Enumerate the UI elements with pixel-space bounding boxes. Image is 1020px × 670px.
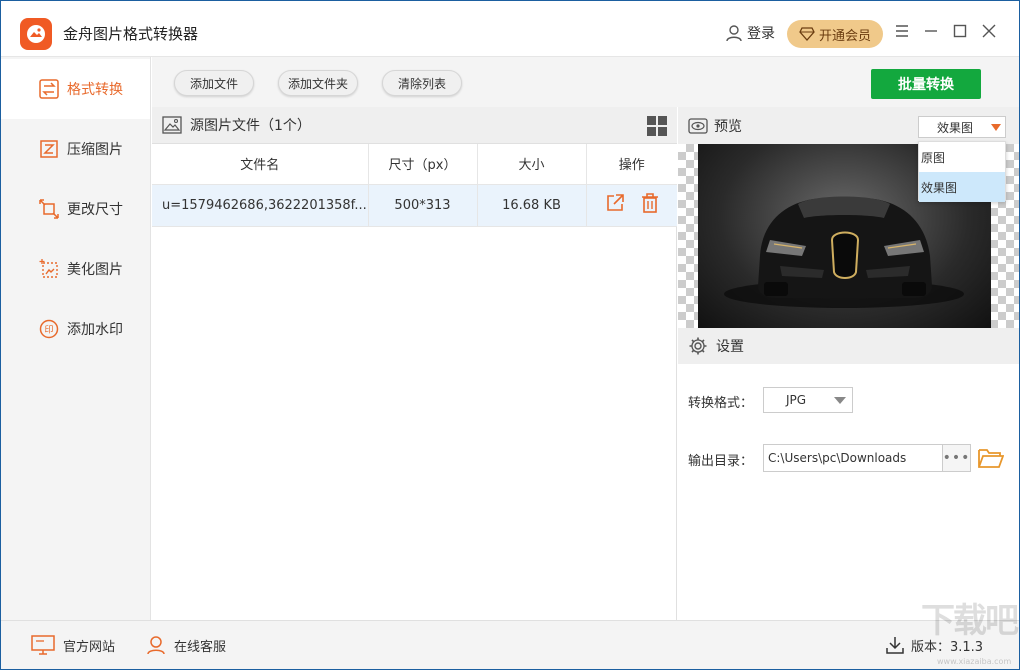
- clear-list-button[interactable]: 清除列表: [382, 70, 462, 96]
- format-label: 转换格式：: [688, 392, 753, 411]
- batch-convert-button[interactable]: 批量转换: [871, 69, 981, 99]
- sidebar-item-format-convert[interactable]: 格式转换: [1, 59, 150, 119]
- file-dims-cell: 500*313: [368, 184, 477, 226]
- app-logo-icon: [20, 18, 52, 50]
- sidebar-item-label: 美化图片: [67, 259, 123, 279]
- col-actions: 操作: [586, 144, 677, 184]
- sidebar-item-watermark[interactable]: 印 添加水印: [1, 299, 150, 359]
- browse-dots-button[interactable]: •••: [943, 444, 971, 472]
- close-icon[interactable]: [981, 23, 997, 39]
- chevron-down-icon: [834, 397, 846, 404]
- preview-mode-dropdown: 原图 效果图: [918, 141, 1006, 201]
- preview-title: 预览: [714, 116, 742, 136]
- resize-icon: [39, 199, 59, 219]
- sidebar-item-compress[interactable]: 压缩图片: [1, 119, 150, 179]
- col-filename: 文件名: [152, 144, 368, 184]
- table-row[interactable]: u=1579462686,3622201358f... 500*313 16.6…: [152, 184, 677, 226]
- output-path-field[interactable]: C:\Users\pc\Downloads: [763, 444, 943, 472]
- support-agent-icon: [146, 635, 166, 655]
- file-panel-header: 源图片文件（1个）: [152, 107, 677, 144]
- sidebar-item-label: 压缩图片: [67, 139, 123, 159]
- folder-open-icon[interactable]: [978, 446, 1004, 470]
- sidebar: 格式转换 压缩图片 更改尺寸 美化图片 印 添加水印: [1, 57, 151, 620]
- file-panel: 源图片文件（1个） 文件名 尺寸（px） 大小 操作 u=1579462686,…: [152, 107, 677, 620]
- file-panel-title: 源图片文件（1个）: [190, 115, 311, 135]
- open-external-icon[interactable]: [605, 193, 625, 217]
- preview-panel: 预览 效果图 原图 效果图: [678, 107, 1019, 620]
- preview-header: 预览 效果图: [678, 107, 1019, 144]
- diamond-icon: [799, 27, 815, 41]
- sidebar-item-label: 添加水印: [67, 319, 123, 339]
- gear-icon: [688, 336, 708, 356]
- minimize-icon[interactable]: [923, 23, 939, 39]
- settings-header: 设置: [678, 328, 1019, 364]
- monitor-icon: [31, 635, 55, 655]
- preview-mode-select[interactable]: 效果图: [918, 116, 1006, 138]
- vip-label: 开通会员: [819, 25, 871, 44]
- compress-icon: [39, 139, 59, 159]
- user-icon: [725, 24, 743, 42]
- website-label: 官方网站: [63, 636, 115, 655]
- add-file-button[interactable]: 添加文件: [174, 70, 254, 96]
- preview-mode-value: 效果图: [937, 119, 973, 136]
- title-bar: 金舟图片格式转换器 登录 开通会员: [1, 1, 1019, 57]
- support-label: 在线客服: [174, 636, 226, 655]
- sidebar-item-beautify[interactable]: 美化图片: [1, 239, 150, 299]
- dropdown-option-original[interactable]: 原图: [919, 142, 1005, 172]
- file-actions-cell: [586, 184, 677, 226]
- dropdown-option-effect[interactable]: 效果图: [919, 172, 1005, 202]
- output-label: 输出目录：: [688, 450, 753, 469]
- eye-icon: [688, 118, 708, 134]
- online-support-link[interactable]: 在线客服: [146, 635, 226, 655]
- maximize-icon[interactable]: [952, 23, 968, 39]
- dropdown-arrow-icon: [991, 124, 1001, 131]
- sidebar-item-label: 更改尺寸: [67, 199, 123, 219]
- beautify-icon: [39, 259, 59, 279]
- image-icon: [162, 116, 182, 134]
- menu-icon[interactable]: [894, 23, 910, 39]
- col-dimensions: 尺寸（px）: [368, 144, 477, 184]
- svg-text:印: 印: [44, 324, 53, 336]
- footer: 官方网站 在线客服 版本：3.1.3: [1, 620, 1019, 669]
- file-table: 文件名 尺寸（px） 大小 操作 u=1579462686,3622201358…: [152, 144, 677, 227]
- app-window: 金舟图片格式转换器 登录 开通会员: [0, 0, 1020, 670]
- sidebar-item-label: 格式转换: [67, 79, 123, 99]
- download-icon: [885, 635, 905, 655]
- official-website-link[interactable]: 官方网站: [31, 635, 115, 655]
- watermark-icon: 印: [39, 319, 59, 339]
- delete-icon[interactable]: [641, 193, 659, 217]
- login-label: 登录: [747, 23, 775, 43]
- col-size: 大小: [477, 144, 586, 184]
- add-folder-button[interactable]: 添加文件夹: [278, 70, 358, 96]
- grid-view-icon[interactable]: [647, 116, 667, 136]
- login-button[interactable]: 登录: [725, 23, 775, 43]
- format-value: JPG: [786, 393, 806, 407]
- vip-button[interactable]: 开通会员: [787, 20, 883, 48]
- site-watermark: 下载吧: [921, 593, 1017, 642]
- toolbar: 添加文件 添加文件夹 清除列表 批量转换: [152, 57, 1019, 107]
- file-size-cell: 16.68 KB: [477, 184, 586, 226]
- format-select[interactable]: JPG: [763, 387, 853, 413]
- sidebar-item-resize[interactable]: 更改尺寸: [1, 179, 150, 239]
- site-watermark-url: www.xiazaiba.com: [937, 657, 1011, 666]
- settings-title: 设置: [716, 336, 744, 356]
- format-convert-icon: [39, 79, 59, 99]
- file-name-cell: u=1579462686,3622201358f...: [152, 184, 368, 226]
- app-title: 金舟图片格式转换器: [63, 23, 198, 44]
